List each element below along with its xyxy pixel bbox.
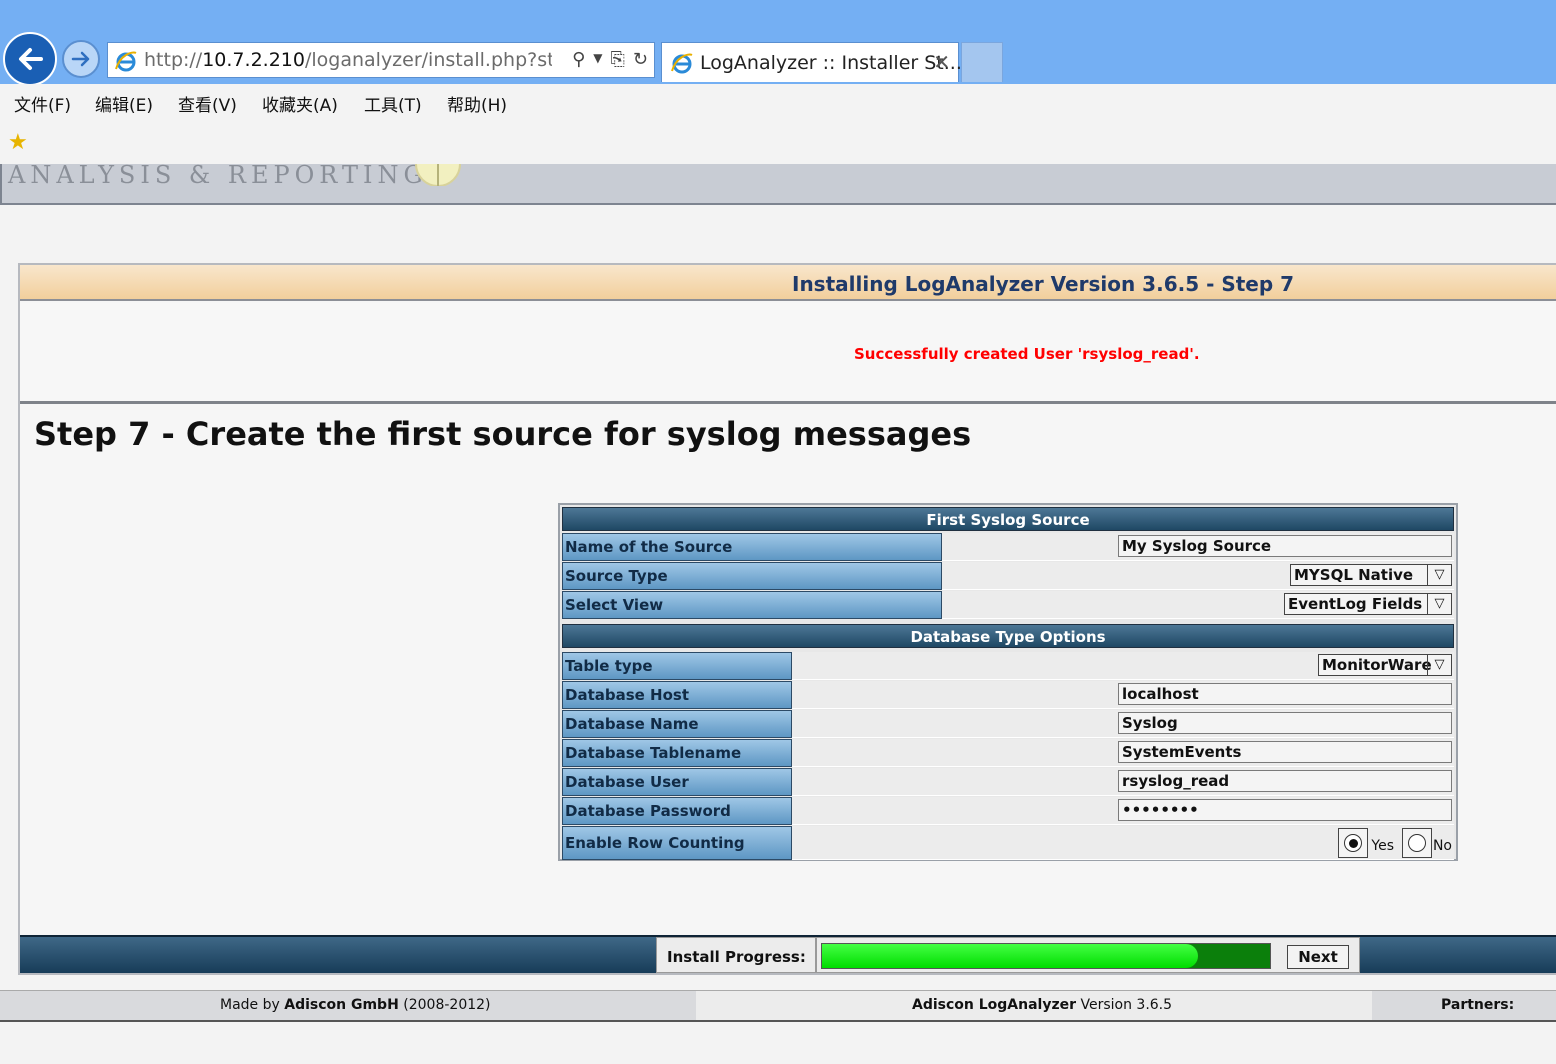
progress-label-cell: Install Progress: <box>656 937 816 973</box>
database-password-label: Database Password <box>562 797 792 825</box>
source-name-input[interactable]: My Syslog Source <box>1118 535 1452 557</box>
section-database-type-options: Database Type Options <box>562 624 1454 648</box>
menu-tools[interactable]: 工具(T) <box>364 91 422 116</box>
new-tab-button[interactable] <box>961 42 1003 82</box>
database-name-label: Database Name <box>562 710 792 738</box>
section-first-syslog-source: First Syslog Source <box>562 507 1454 531</box>
source-type-label: Source Type <box>562 562 942 590</box>
install-progress-label: Install Progress: <box>667 948 806 966</box>
table-type-select[interactable]: MonitorWare ▽ <box>1318 654 1452 676</box>
site-header: ANALYSIS & REPORTING <box>0 161 1556 205</box>
tab-title: LogAnalyzer :: Installer St... <box>700 52 962 74</box>
close-icon[interactable]: ✕ <box>933 50 950 74</box>
menu-favorites[interactable]: 收藏夹(A) <box>262 91 338 116</box>
progress-bar <box>821 943 1271 969</box>
success-message: Successfully created User 'rsyslog_read'… <box>854 345 1200 363</box>
ie-logo-icon <box>671 53 693 74</box>
source-type-select[interactable]: MYSQL Native ▽ <box>1290 564 1452 586</box>
favorites-star-icon[interactable]: ★ <box>8 130 28 155</box>
row-database-tablename: Database Tablename SystemEvents <box>562 739 1454 767</box>
chevron-down-icon: ▽ <box>1427 565 1451 585</box>
footer-partners: Partners: <box>1441 997 1515 1013</box>
footer-product-link[interactable]: Adiscon LogAnalyzer <box>912 997 1076 1013</box>
yes-label: Yes <box>1371 838 1394 854</box>
database-user-label: Database User <box>562 768 792 796</box>
footer-company-link[interactable]: Adiscon GmbH <box>284 997 399 1013</box>
row-source-type: Source Type MYSQL Native ▽ <box>562 562 1454 590</box>
menu-help[interactable]: 帮助(H) <box>447 91 507 116</box>
menu-view[interactable]: 查看(V) <box>178 91 237 116</box>
row-table-type: Table type MonitorWare ▽ <box>562 652 1454 680</box>
database-host-input[interactable]: localhost <box>1118 683 1452 705</box>
menu-file[interactable]: 文件(F) <box>14 91 71 116</box>
radio-empty-dot <box>1408 834 1426 852</box>
no-label: No <box>1432 838 1452 854</box>
row-counting-yes-radio[interactable] <box>1338 828 1368 858</box>
logo-icon <box>415 163 461 186</box>
installer-panel: Installing LogAnalyzer Version 3.6.5 - S… <box>18 263 1556 975</box>
favorites-bar: ★ <box>0 118 1556 164</box>
page-footer: Made by Adiscon GmbH (2008-2012) Adiscon… <box>0 990 1556 1022</box>
ie-logo-icon <box>115 51 137 72</box>
header-tagline: ANALYSIS & REPORTING <box>8 161 428 189</box>
row-database-host: Database Host localhost <box>562 681 1454 709</box>
table-type-label: Table type <box>562 652 792 680</box>
step-heading: Step 7 - Create the first source for sys… <box>34 415 972 453</box>
database-host-label: Database Host <box>562 681 792 709</box>
database-user-input[interactable]: rsyslog_read <box>1118 770 1452 792</box>
progress-row: Install Progress: Next <box>20 935 1556 973</box>
footer-product: Adiscon LogAnalyzer Version 3.6.5 <box>912 997 1173 1013</box>
address-bar[interactable]: http://10.7.2.210/loganalyzer/install.ph… <box>107 42 655 78</box>
url-text[interactable]: http://10.7.2.210/loganalyzer/install.ph… <box>144 49 552 71</box>
installer-title-bar: Installing LogAnalyzer Version 3.6.5 - S… <box>20 265 1556 301</box>
next-button[interactable]: Next <box>1287 945 1349 969</box>
row-database-name: Database Name Syslog <box>562 710 1454 738</box>
row-source-name: Name of the Source My Syslog Source <box>562 533 1454 561</box>
source-form: First Syslog Source Name of the Source M… <box>558 503 1458 861</box>
back-button[interactable] <box>3 32 57 86</box>
row-database-user: Database User rsyslog_read <box>562 768 1454 796</box>
select-view-label: Select View <box>562 591 942 619</box>
dropdown-icon[interactable]: ▼ <box>593 49 602 70</box>
chevron-down-icon: ▽ <box>1427 655 1451 675</box>
back-arrow-icon <box>19 48 43 70</box>
radio-selected-dot <box>1344 834 1362 852</box>
menu-bar: 文件(F) 编辑(E) 查看(V) 收藏夹(A) 工具(T) 帮助(H) <box>0 84 1556 118</box>
refresh-icon[interactable]: ↻ <box>633 49 648 70</box>
database-name-input[interactable]: Syslog <box>1118 712 1452 734</box>
installer-title: Installing LogAnalyzer Version 3.6.5 - S… <box>792 272 1295 296</box>
progress-bar-fill <box>822 944 1199 968</box>
compat-view-icon[interactable]: ⎘ <box>611 49 625 70</box>
row-select-view: Select View EventLog Fields ▽ <box>562 591 1454 619</box>
browser-tab[interactable]: LogAnalyzer :: Installer St... ✕ <box>661 42 962 82</box>
database-tablename-label: Database Tablename <box>562 739 792 767</box>
browser-chrome: http://10.7.2.210/loganalyzer/install.ph… <box>0 0 1556 86</box>
forward-button[interactable] <box>62 40 100 78</box>
database-password-input[interactable]: •••••••• <box>1118 799 1452 821</box>
enable-row-counting-label: Enable Row Counting <box>562 826 792 860</box>
row-counting-no-radio[interactable] <box>1402 828 1432 858</box>
footer-made-by: Made by Adiscon GmbH (2008-2012) <box>220 997 491 1013</box>
forward-arrow-icon <box>71 51 90 67</box>
chevron-down-icon: ▽ <box>1427 594 1451 614</box>
search-icon[interactable]: ⚲ <box>572 49 585 70</box>
row-enable-row-counting: Enable Row Counting Yes No <box>562 826 1454 860</box>
progress-cell: Next <box>816 937 1360 973</box>
database-tablename-input[interactable]: SystemEvents <box>1118 741 1452 763</box>
message-area: Successfully created User 'rsyslog_read'… <box>20 303 1556 404</box>
menu-edit[interactable]: 编辑(E) <box>95 91 153 116</box>
select-view-select[interactable]: EventLog Fields ▽ <box>1284 593 1452 615</box>
row-database-password: Database Password •••••••• <box>562 797 1454 825</box>
source-name-label: Name of the Source <box>562 533 942 561</box>
